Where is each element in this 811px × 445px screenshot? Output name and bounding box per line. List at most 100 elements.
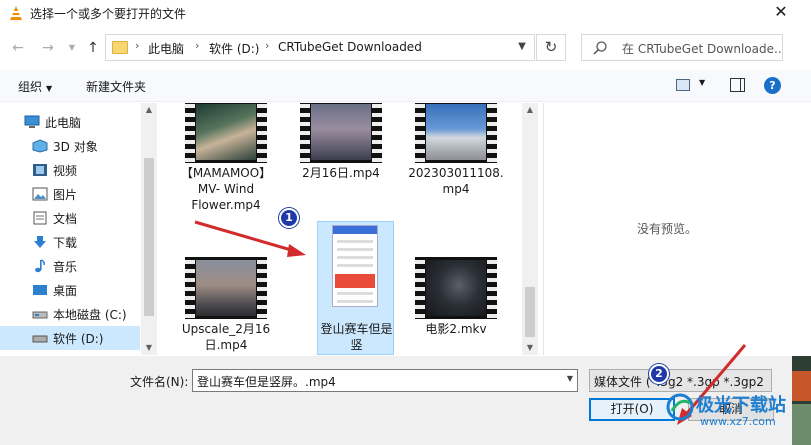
file-name: Upscale_2月16 日.mp4	[181, 322, 271, 352]
phone-screenshot-thumbnail	[332, 225, 378, 307]
window-title: 选择一个或多个要打开的文件	[30, 7, 187, 21]
recent-chevron-icon[interactable]: ▼	[62, 38, 82, 58]
cube-icon	[32, 139, 48, 153]
watermark-text: 极光下载站	[696, 395, 786, 416]
file-item[interactable]: 2月16日.mp4	[288, 103, 394, 239]
nav-label: 视频	[53, 164, 78, 178]
open-button[interactable]: 打开(O)	[589, 398, 675, 421]
file-name: 202303011108. mp4	[408, 166, 504, 196]
vlc-icon	[10, 6, 22, 20]
filename-input[interactable]: 登山赛车但是竖屏。.mp4 ▼	[192, 369, 578, 392]
watermark-logo-icon	[666, 393, 694, 421]
watermark-url: www.xz7.com	[700, 415, 776, 428]
breadcrumb-drive-d[interactable]: 软件 (D:)	[209, 40, 259, 57]
nav-scroll-thumb[interactable]	[144, 158, 154, 316]
file-item[interactable]: Upscale_2月16 日.mp4	[173, 221, 279, 355]
nav-label: 图片	[53, 188, 78, 202]
file-item[interactable]: 202303011108. mp4	[403, 103, 509, 239]
preview-pane: 没有预览。	[543, 103, 811, 355]
forward-arrow-icon[interactable]: →	[38, 38, 58, 58]
new-folder-button[interactable]: 新建文件夹	[86, 78, 146, 95]
organize-label: 组织	[18, 80, 43, 94]
nav-item-pictures[interactable]: 图片	[0, 182, 140, 206]
nav-label: 音乐	[53, 260, 78, 274]
scroll-up-icon[interactable]: ▲	[522, 105, 538, 114]
file-name: 【MAMAMOO】MV- Wind Flower.mp4	[180, 166, 272, 212]
nav-label: 文档	[53, 212, 78, 226]
organize-menu[interactable]: 组织 ▼	[18, 78, 52, 95]
nav-item-music[interactable]: 音乐	[0, 254, 140, 278]
view-chevron-icon[interactable]: ▼	[699, 78, 705, 87]
document-icon	[33, 211, 47, 225]
film-icon	[33, 164, 47, 176]
scroll-up-icon[interactable]: ▲	[141, 105, 157, 114]
address-bar[interactable]: › 此电脑 › 软件 (D:) › CRTubeGet Downloaded	[105, 34, 535, 61]
nav-item-videos[interactable]: 视频	[0, 158, 140, 182]
search-box[interactable]: 在 CRTubeGet Downloade...	[581, 34, 783, 61]
folder-icon	[112, 41, 128, 54]
file-name: 2月16日.mp4	[302, 166, 380, 180]
nav-item-desktop[interactable]: 桌面	[0, 278, 140, 302]
download-arrow-icon	[34, 236, 46, 248]
no-preview-text: 没有预览。	[637, 222, 698, 236]
chevron-down-icon: ▼	[46, 84, 53, 93]
filename-value: 登山赛车但是竖屏。.mp4	[197, 375, 336, 389]
file-name: 电影2.mkv	[425, 322, 487, 336]
title-bar: 选择一个或多个要打开的文件 ✕	[0, 0, 811, 26]
scroll-down-icon[interactable]: ▼	[141, 343, 157, 352]
video-thumbnail	[415, 257, 497, 319]
desktop-icon	[33, 285, 47, 295]
drive-icon	[32, 335, 48, 343]
drive-icon	[32, 311, 48, 319]
video-thumbnail	[185, 103, 267, 163]
file-name: 登山赛车但是竖 屏。.mp4	[320, 322, 393, 355]
breadcrumb-this-pc[interactable]: 此电脑	[148, 40, 184, 57]
computer-icon	[24, 115, 40, 128]
scroll-down-icon[interactable]: ▼	[522, 343, 538, 352]
file-type-select[interactable]: 媒体文件 (*.3g2 *.3gp *.3gp2	[589, 369, 772, 392]
breadcrumb-separator-icon[interactable]: ›	[195, 39, 199, 52]
breadcrumb-separator-icon[interactable]: ›	[265, 39, 269, 52]
view-icon[interactable]	[676, 79, 690, 91]
video-thumbnail	[300, 103, 382, 163]
video-thumbnail	[185, 257, 267, 319]
file-list-scrollbar[interactable]: ▲ ▼	[522, 103, 538, 355]
nav-label: 本地磁盘 (C:)	[53, 308, 127, 322]
file-item-selected[interactable]: 登山赛车但是竖 屏。.mp4	[317, 221, 394, 355]
chevron-down-icon[interactable]: ▼	[567, 374, 573, 383]
nav-item-3d-objects[interactable]: 3D 对象	[0, 134, 140, 158]
nav-item-local-disk-c[interactable]: 本地磁盘 (C:)	[0, 302, 140, 326]
nav-item-downloads[interactable]: 下载	[0, 230, 140, 254]
nav-label: 下载	[53, 236, 78, 250]
file-item[interactable]: 电影2.mkv	[403, 221, 509, 355]
search-icon	[593, 41, 607, 55]
site-watermark: 极光下载站 www.xz7.com	[666, 391, 806, 443]
breadcrumb-folder[interactable]: CRTubeGet Downloaded	[278, 40, 422, 54]
up-arrow-icon[interactable]: ↑	[83, 38, 103, 58]
refresh-button[interactable]: ↻	[536, 34, 566, 61]
step-badge-1: 1	[279, 208, 299, 228]
file-item[interactable]: 【MAMAMOO】MV- Wind Flower.mp4	[173, 103, 279, 239]
picture-icon	[32, 187, 48, 201]
video-thumbnail	[415, 103, 497, 163]
navigation-bar: ← → ▼ ↑ › 此电脑 › 软件 (D:) › CRTubeGet Down…	[0, 28, 811, 66]
nav-label: 桌面	[53, 284, 78, 298]
filename-label: 文件名(N):	[130, 375, 189, 389]
nav-scrollbar[interactable]: ▲ ▼	[141, 103, 157, 355]
nav-label: 此电脑	[45, 116, 82, 130]
nav-label: 3D 对象	[53, 140, 98, 154]
close-button[interactable]: ✕	[770, 2, 792, 22]
file-type-value: 媒体文件 (*.3g2 *.3gp *.3gp2	[594, 375, 764, 389]
back-arrow-icon[interactable]: ←	[8, 38, 28, 58]
help-icon[interactable]: ?	[764, 77, 781, 94]
breadcrumb-separator-icon[interactable]: ›	[135, 39, 139, 52]
search-placeholder: 在 CRTubeGet Downloade...	[622, 42, 782, 56]
navigation-pane: 此电脑 3D 对象 视频 图片 文档 下载 音乐 桌面 本地磁盘 (C:) 软件…	[0, 103, 157, 355]
address-dropdown-icon[interactable]: ▼	[511, 34, 533, 59]
preview-pane-icon[interactable]	[730, 78, 745, 92]
file-scroll-thumb[interactable]	[525, 287, 535, 337]
nav-item-this-pc[interactable]: 此电脑	[0, 110, 140, 134]
nav-item-documents[interactable]: 文档	[0, 206, 140, 230]
command-toolbar: 组织 ▼ 新建文件夹 ▼ ?	[0, 70, 811, 102]
nav-item-drive-d[interactable]: 软件 (D:)	[0, 326, 140, 350]
